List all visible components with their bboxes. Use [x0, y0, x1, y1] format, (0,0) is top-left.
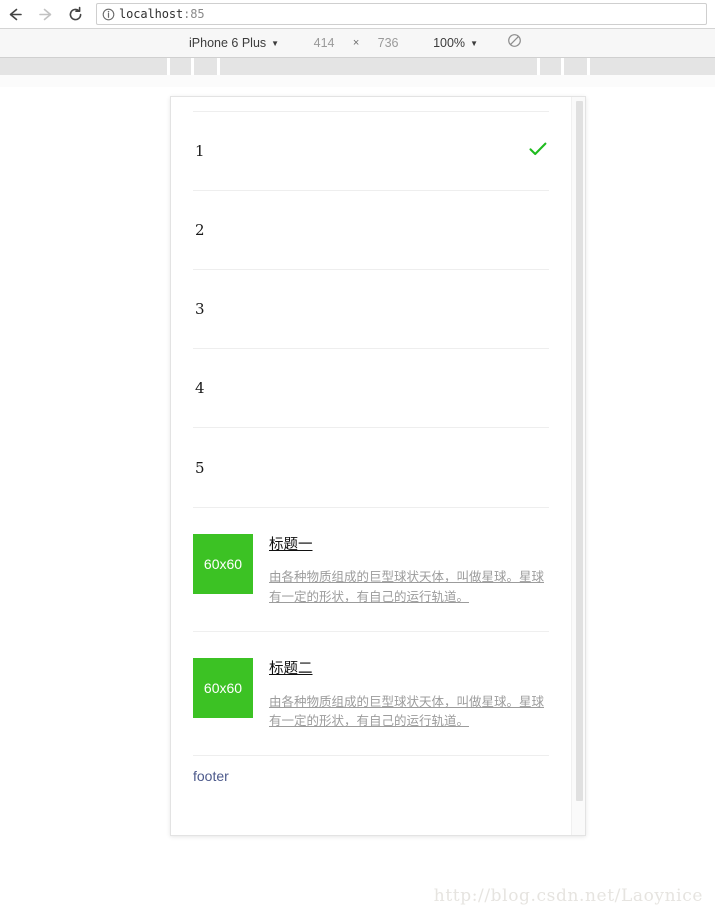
dimension-separator: × — [352, 37, 360, 49]
list-item[interactable]: 5 — [193, 428, 549, 507]
thumbnail-placeholder: 60x60 — [193, 534, 253, 594]
device-viewport: 1 2 3 4 5 60x60 标题一 由各种物质组成的巨型球状天体，叫做星球。… — [170, 96, 586, 836]
media-description: 由各种物质组成的巨型球状天体，叫做星球。星球有一定的形状，有自己的运行轨道。 — [269, 570, 545, 604]
device-selector[interactable]: iPhone 6 Plus ▼ — [189, 36, 279, 50]
chevron-down-icon: ▼ — [470, 39, 478, 48]
page-footer: footer — [193, 768, 229, 785]
zoom-selector-label: 100% — [433, 36, 466, 50]
address-bar[interactable]: localhost:85 — [96, 3, 707, 25]
page-content: 1 2 3 4 5 60x60 标题一 由各种物质组成的巨型球状天体，叫做星球。… — [171, 97, 571, 784]
arrow-left-icon — [7, 6, 24, 23]
reload-button[interactable] — [60, 0, 90, 28]
rendered-page: 1 2 3 4 5 60x60 标题一 由各种物质组成的巨型球状天体，叫做星球。… — [171, 97, 585, 835]
viewport-resize-ruler[interactable] — [0, 58, 715, 75]
list-item-label: 4 — [195, 379, 205, 397]
thumbnail-label: 60x60 — [203, 680, 243, 697]
ruler-divider — [191, 58, 194, 75]
list-item-label: 1 — [195, 142, 205, 160]
url-host: localhost — [119, 7, 184, 21]
rotate-button[interactable] — [504, 32, 526, 54]
ruler-divider — [167, 58, 170, 75]
media-body: 标题一 由各种物质组成的巨型球状天体，叫做星球。星球有一定的形状，有自己的运行轨… — [269, 534, 549, 607]
media-item[interactable]: 60x60 标题一 由各种物质组成的巨型球状天体，叫做星球。星球有一定的形状，有… — [193, 508, 549, 633]
device-selector-label: iPhone 6 Plus — [189, 36, 267, 50]
list-item[interactable]: 3 — [193, 270, 549, 349]
url-port: :85 — [183, 7, 205, 21]
device-emulation-toolbar: iPhone 6 Plus ▼ 414 × 736 100% ▼ — [0, 29, 715, 58]
watermark: http://blog.csdn.net/Laoynice — [433, 886, 703, 906]
arrow-right-icon — [37, 6, 54, 23]
forward-button[interactable] — [30, 0, 60, 28]
thumbnail-label: 60x60 — [203, 556, 243, 572]
address-bar-text: localhost:85 — [119, 7, 205, 21]
media-item[interactable]: 60x60 标题二 由各种物质组成的巨型球状天体，叫做星球。星球有一定的形状，有… — [193, 632, 549, 755]
browser-toolbar: localhost:85 — [0, 0, 715, 29]
list-item-label: 3 — [195, 300, 205, 318]
media-description: 由各种物质组成的巨型球状天体，叫做星球。星球有一定的形状，有自己的运行轨道。 — [269, 694, 545, 728]
media-title[interactable]: 标题一 — [269, 537, 313, 554]
list-item-label: 5 — [195, 458, 205, 477]
info-circle-icon[interactable] — [97, 8, 119, 21]
ruler-divider — [561, 58, 564, 75]
zoom-selector[interactable]: 100% ▼ — [433, 36, 478, 50]
viewport-height-input[interactable]: 736 — [365, 36, 411, 50]
list-group: 1 2 3 4 5 — [193, 97, 549, 507]
media-list: 60x60 标题一 由各种物质组成的巨型球状天体，叫做星球。星球有一定的形状，有… — [193, 508, 549, 755]
thumbnail-placeholder: 60x60 — [193, 658, 253, 719]
page-scrollbar-thumb[interactable] — [576, 101, 583, 801]
ruler-divider — [537, 58, 540, 75]
list-item-label: 2 — [195, 221, 205, 239]
list-item[interactable]: 4 — [193, 349, 549, 428]
list-item[interactable]: 1 — [193, 112, 549, 191]
rotate-disabled-icon — [507, 33, 522, 53]
ruler-divider — [587, 58, 590, 75]
page-scrollbar[interactable] — [571, 97, 585, 835]
check-icon — [529, 141, 547, 162]
reload-icon — [67, 6, 84, 23]
list-item[interactable]: 2 — [193, 191, 549, 270]
media-body: 标题二 由各种物质组成的巨型球状天体，叫做星球。星球有一定的形状，有自己的运行轨… — [269, 658, 549, 731]
list-group-body: 1 2 3 4 5 — [193, 111, 549, 507]
back-button[interactable] — [0, 0, 30, 28]
viewport-width-input[interactable]: 414 — [301, 36, 347, 50]
ruler-divider — [217, 58, 220, 75]
ruler-underlay — [0, 75, 715, 87]
chevron-down-icon: ▼ — [271, 39, 280, 48]
media-title[interactable]: 标题二 — [269, 661, 313, 678]
